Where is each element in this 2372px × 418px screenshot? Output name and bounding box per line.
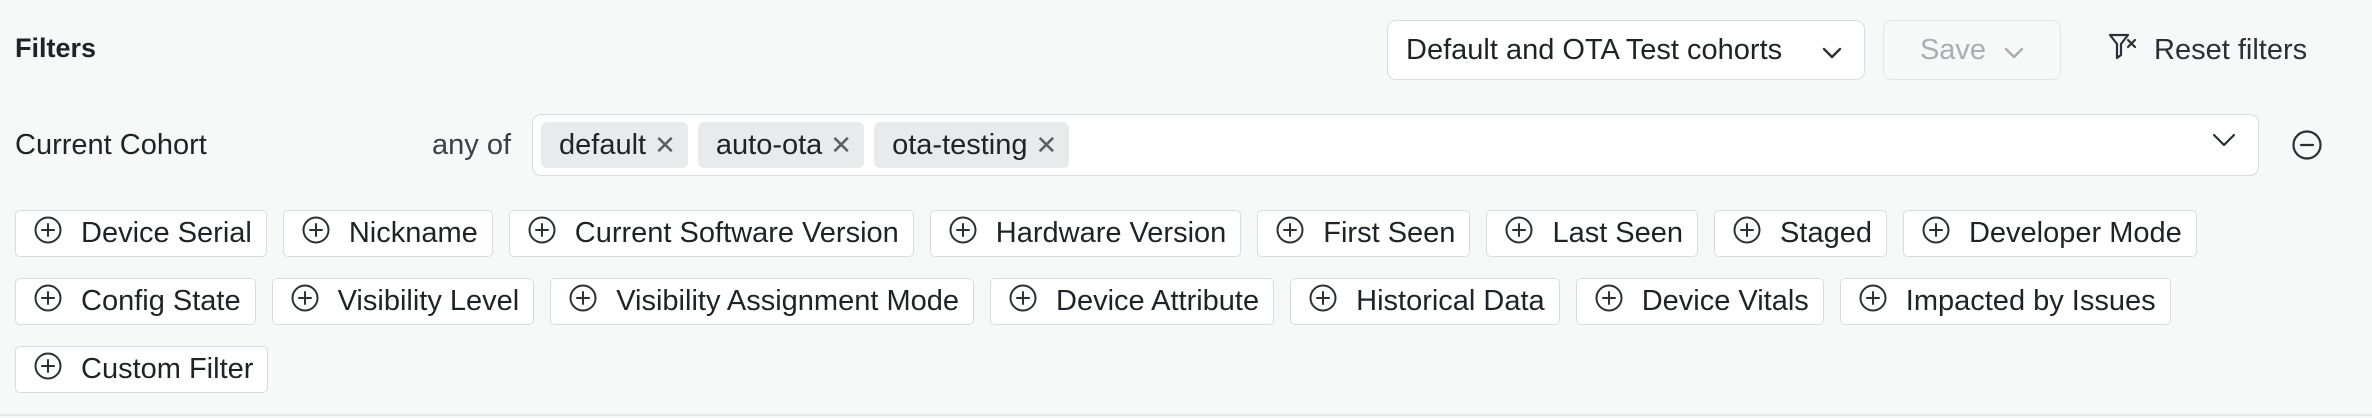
filter-chip-row: Device Serial Nickname Current Software … [15,210,2197,257]
add-filter-staged[interactable]: Staged [1714,210,1887,257]
plus-circle-icon [33,351,63,389]
close-icon[interactable]: ✕ [1036,130,1058,161]
plus-circle-icon [1858,283,1888,321]
plus-circle-icon [33,283,63,321]
chevron-down-icon[interactable] [2212,133,2236,152]
chevron-down-icon [1822,34,1842,67]
plus-circle-icon [948,215,978,253]
add-filter-first-seen[interactable]: First Seen [1257,210,1471,257]
reset-filters-button[interactable]: Reset filters [2108,20,2307,80]
save-button[interactable]: Save [1883,20,2061,80]
add-filter-developer-mode[interactable]: Developer Mode [1902,210,2197,257]
remove-filter-icon[interactable] [2291,129,2323,166]
cohort-preset-select[interactable]: Default and OTA Test cohorts [1387,20,1865,80]
cohort-filter-label: Current Cohort [15,129,207,161]
add-filter-last-seen[interactable]: Last Seen [1486,210,1699,257]
chevron-down-icon [2004,34,2024,67]
plus-circle-icon [527,215,557,253]
filters-panel: Filters Default and OTA Test cohorts Sav… [0,0,2372,418]
close-icon[interactable]: ✕ [654,130,676,161]
filter-chip-row: Custom Filter [15,346,269,393]
divider [0,414,2372,416]
cohort-tag-label: auto-ota [715,128,823,161]
save-label: Save [1919,33,1987,66]
add-filter-nickname[interactable]: Nickname [282,210,493,257]
plus-circle-icon [1275,215,1305,253]
add-filter-device-attribute[interactable]: Device Attribute [990,278,1275,325]
add-filter-impacted-by-issues[interactable]: Impacted by Issues [1839,278,2171,325]
plus-circle-icon [568,283,598,321]
cohort-preset-value: Default and OTA Test cohorts [1406,33,1783,66]
add-filter-visibility-assignment-mode[interactable]: Visibility Assignment Mode [550,278,975,325]
add-filter-device-serial[interactable]: Device Serial [15,210,267,257]
plus-circle-icon [301,215,331,253]
page-title: Filters [15,33,97,63]
add-filter-device-vitals[interactable]: Device Vitals [1575,278,1824,325]
plus-circle-icon [33,215,63,253]
plus-circle-icon [1921,215,1951,253]
add-filter-hardware-version[interactable]: Hardware Version [929,210,1242,257]
reset-filters-label: Reset filters [2154,33,2308,66]
plus-circle-icon [1504,215,1534,253]
cohort-tag: ota-testing ✕ [874,122,1070,168]
cohort-tags-input[interactable]: default ✕ auto-ota ✕ ota-testing ✕ [532,114,2259,176]
filter-reset-icon [2108,31,2138,69]
add-filter-custom-filter[interactable]: Custom Filter [15,346,269,393]
plus-circle-icon [290,283,320,321]
cohort-tag: auto-ota ✕ [697,122,865,168]
cohort-tag: default ✕ [541,122,688,168]
cohort-tag-label: default [559,128,647,161]
add-filter-current-software-version[interactable]: Current Software Version [508,210,914,257]
cohort-operator[interactable]: any of [432,129,511,162]
add-filter-visibility-level[interactable]: Visibility Level [271,278,535,325]
cohort-tag-label: ota-testing [892,128,1028,161]
plus-circle-icon [1008,283,1038,321]
filter-chip-row: Config State Visibility Level Visibility… [15,278,2171,325]
add-filter-historical-data[interactable]: Historical Data [1290,278,1560,325]
close-icon[interactable]: ✕ [830,130,852,161]
add-filter-config-state[interactable]: Config State [15,278,256,325]
plus-circle-icon [1594,283,1624,321]
plus-circle-icon [1308,283,1338,321]
plus-circle-icon [1732,215,1762,253]
